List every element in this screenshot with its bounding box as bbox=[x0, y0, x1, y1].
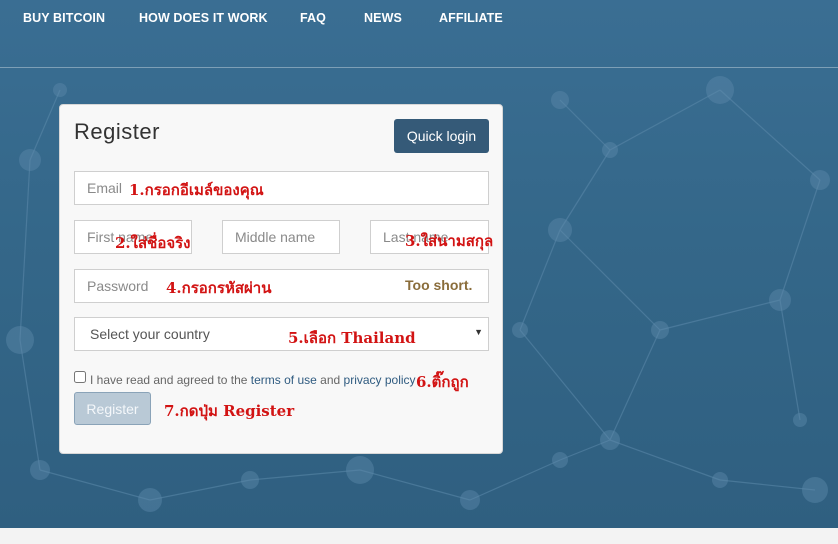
nav-affiliate[interactable]: AFFILIATE bbox=[439, 11, 503, 25]
annotation-step7: 7.กดปุ่ม Register bbox=[164, 402, 295, 420]
country-select-value: Select your country bbox=[90, 326, 210, 342]
nav-news[interactable]: NEWS bbox=[364, 11, 402, 25]
middle-name-input[interactable] bbox=[222, 220, 340, 254]
nav-buy-bitcoin[interactable]: BUY BITCOIN bbox=[23, 11, 105, 25]
agree-checkbox[interactable] bbox=[74, 371, 86, 383]
terms-link[interactable]: terms of use bbox=[251, 373, 317, 387]
top-navigation: BUY BITCOIN HOW DOES IT WORK FAQ NEWS AF… bbox=[0, 0, 838, 68]
password-warning: Too short. bbox=[405, 277, 473, 293]
agree-text: I have read and agreed to the terms of u… bbox=[90, 373, 416, 387]
first-name-input[interactable] bbox=[74, 220, 192, 254]
caret-down-icon: ▼ bbox=[474, 327, 483, 337]
annotation-step6: 6.ติ๊กถูก bbox=[416, 373, 469, 391]
privacy-link[interactable]: privacy policy bbox=[344, 373, 416, 387]
footer-strip bbox=[0, 528, 838, 544]
agree-prefix: I have read and agreed to the bbox=[90, 373, 251, 387]
hero-background: BUY BITCOIN HOW DOES IT WORK FAQ NEWS AF… bbox=[0, 0, 838, 528]
quick-login-button[interactable]: Quick login bbox=[394, 119, 489, 153]
last-name-input[interactable] bbox=[370, 220, 489, 254]
nav-how-does-it-work[interactable]: HOW DOES IT WORK bbox=[139, 11, 268, 25]
register-button[interactable]: Register bbox=[74, 392, 151, 425]
agree-and: and bbox=[316, 373, 344, 387]
register-card: Register Quick login 1.กรอกอีเมล์ของคุณ … bbox=[59, 104, 503, 454]
country-select[interactable]: Select your country ▼ bbox=[74, 317, 489, 351]
nav-faq[interactable]: FAQ bbox=[300, 11, 326, 25]
register-title: Register bbox=[74, 119, 160, 144]
email-input[interactable] bbox=[74, 171, 489, 205]
